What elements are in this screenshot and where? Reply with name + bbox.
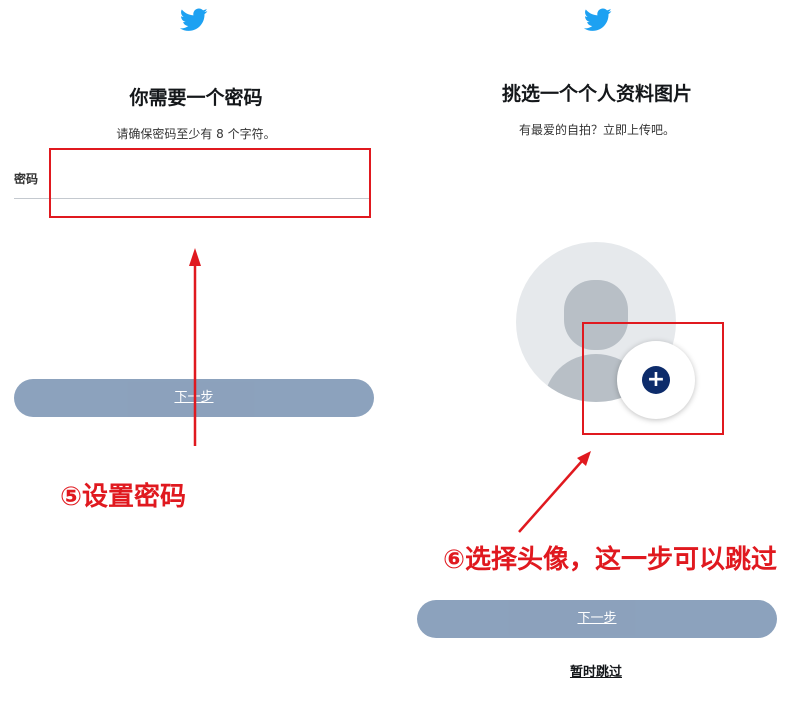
page-title: 挑选一个个人资料图片 xyxy=(501,83,692,105)
avatar-step-panel: 挑选一个个人资料图片 有最爱的自拍？立即上传吧。 + 下一步 ⑥选择头像，这一步… xyxy=(401,0,793,713)
twitter-bird-icon xyxy=(180,8,208,31)
skip-link[interactable]: 暂时跳过 xyxy=(401,661,791,680)
annotation-caption: ⑥选择头像，这一步可以跳过 xyxy=(443,544,783,576)
next-button[interactable]: 下一步 xyxy=(417,600,777,638)
annotation-highlight-box xyxy=(49,148,371,218)
page-subtitle: 请确保密码至少有 8 个字符。 xyxy=(116,127,276,141)
caption-text: 设置密码 xyxy=(82,482,187,512)
annotation-highlight-box xyxy=(582,322,724,435)
page-title: 你需要一个密码 xyxy=(129,87,263,109)
caption-text: 选择头像，这一步可以跳过 xyxy=(465,545,778,575)
step-number: ⑥ xyxy=(443,545,466,575)
twitter-bird-icon xyxy=(584,8,612,31)
next-button[interactable]: 下一步 xyxy=(14,379,374,417)
page-subtitle: 有最爱的自拍？立即上传吧。 xyxy=(518,123,675,137)
password-label: 密码 xyxy=(14,172,39,186)
password-step-panel: 你需要一个密码 请确保密码至少有 8 个字符。 密码 下一步 ⑤设置密码 xyxy=(0,0,392,713)
annotation-caption: ⑤设置密码 xyxy=(60,481,186,513)
step-number: ⑤ xyxy=(60,482,83,512)
